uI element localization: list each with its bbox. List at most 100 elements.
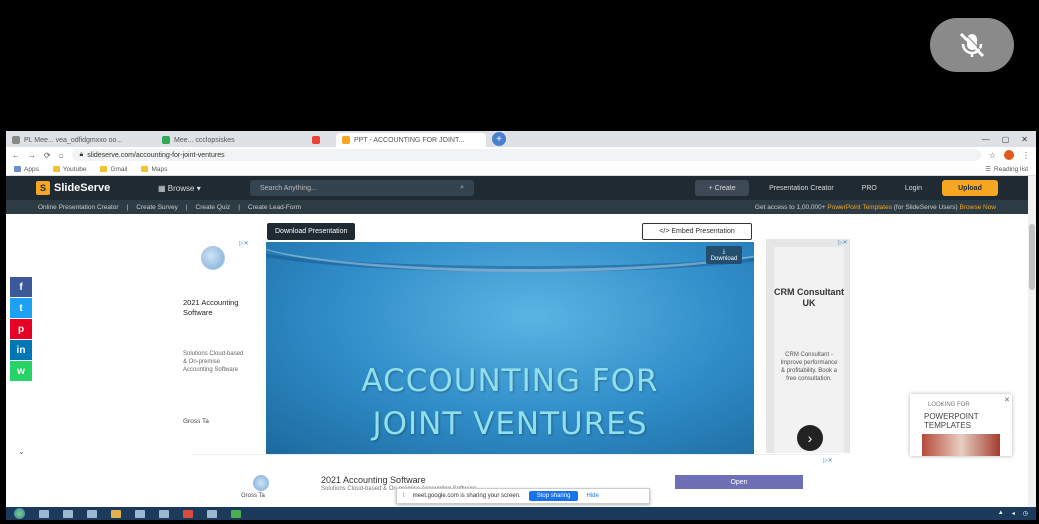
drag-handle-icon[interactable]: ⁞	[403, 493, 405, 499]
forward-icon[interactable]: →	[28, 151, 36, 160]
pinterest-icon[interactable]: p	[10, 319, 32, 339]
bookmark-gmail[interactable]: Gmail	[100, 166, 127, 173]
whatsapp-icon[interactable]: w	[10, 361, 32, 381]
clock-icon[interactable]: ◷	[1023, 510, 1028, 517]
tab-label: PL Mee... vea_odfidgmxxo oo...	[24, 136, 123, 144]
social-share-bar: f t p in w	[10, 277, 32, 382]
ad-choices-icon[interactable]: ▷✕	[838, 239, 848, 246]
search-icon[interactable]: ⌕	[460, 184, 464, 192]
embed-presentation-button[interactable]: </> Embed Presentation	[642, 223, 752, 240]
template-ad-image	[922, 434, 1000, 456]
menu-dots-icon[interactable]: ⋮	[1022, 151, 1030, 160]
right-ad[interactable]: ▷✕ CRM Consultant UK CRM Consultant - Im…	[766, 239, 850, 453]
reading-list-label: Reading list	[994, 165, 1028, 173]
browse-menu[interactable]: ▦ Browse ▾	[158, 184, 238, 193]
upload-button[interactable]: Upload	[942, 180, 998, 196]
nav-pro[interactable]: PRO	[854, 180, 885, 196]
bookmarks-bar: Apps Youtube Gmail Maps ☰ Reading list	[6, 163, 1036, 176]
browser-tab[interactable]: Mee... ccclopsiskes	[156, 133, 306, 147]
reload-icon[interactable]: ⟳	[44, 151, 51, 160]
stop-sharing-button[interactable]: Stop sharing	[528, 491, 579, 501]
new-tab-button[interactable]: +	[492, 132, 506, 146]
folder-icon	[52, 166, 60, 172]
taskbar-app-icon[interactable]	[207, 509, 217, 518]
slide-preview[interactable]: ⤓ Download ACCOUNTING FOR JOINT VENTURES	[266, 242, 754, 454]
slide-download-button[interactable]: ⤓ Download	[706, 246, 742, 264]
slideserve-logo[interactable]: S SlideServe	[36, 181, 146, 195]
right-ad-title: CRM Consultant UK	[774, 287, 844, 308]
close-icon[interactable]: ✕	[1021, 135, 1028, 144]
taskbar-app-icon[interactable]	[135, 509, 145, 518]
left-ad[interactable]: ▷✕ 2021 Accounting Software Solutions Cl…	[171, 238, 249, 453]
bookmark-maps[interactable]: Maps	[141, 166, 167, 173]
site-search-input[interactable]: Search Anything... ⌕	[250, 180, 474, 196]
taskbar-app-icon[interactable]	[159, 509, 169, 518]
browser-tab[interactable]	[306, 133, 336, 147]
minimize-icon[interactable]: —	[982, 135, 990, 144]
subnav-create-survey[interactable]: Create Survey	[136, 204, 178, 211]
taskbar-app-icon[interactable]	[231, 509, 241, 518]
folder-icon	[141, 166, 149, 172]
home-icon[interactable]: ⌂	[59, 151, 64, 160]
create-button[interactable]: + Create	[695, 180, 750, 196]
nav-login[interactable]: Login	[897, 180, 930, 196]
url-field[interactable]: 🔒︎ slideserve.com/accounting-for-joint-v…	[71, 149, 981, 161]
scrollbar-thumb[interactable]	[1029, 224, 1035, 290]
taskbar-app-icon[interactable]	[111, 509, 121, 518]
profile-avatar[interactable]	[1004, 150, 1014, 160]
slide-title-line1: ACCOUNTING FOR	[361, 363, 659, 399]
subnav-create-quiz[interactable]: Create Quiz	[196, 204, 231, 211]
arrow-right-icon[interactable]: ›	[797, 425, 823, 451]
window-controls: — ▢ ✕	[982, 135, 1036, 144]
system-tray: ▲ ◂ ◷	[998, 510, 1028, 517]
bookmark-apps[interactable]: Apps	[14, 166, 39, 173]
maximize-icon[interactable]: ▢	[1002, 135, 1010, 144]
subnav-online-creator[interactable]: Online Presentation Creator	[38, 204, 119, 211]
ad-choices-icon[interactable]: ▷✕	[239, 240, 249, 247]
logo-mark-icon: S	[36, 181, 50, 195]
close-icon[interactable]: ✕	[1004, 396, 1010, 404]
chevron-down-icon[interactable]: ⌄	[18, 447, 25, 456]
taskbar-app-icon[interactable]	[63, 509, 73, 518]
hide-share-bar-button[interactable]: Hide	[586, 493, 598, 499]
ad-choices-icon[interactable]: ▷✕	[823, 457, 833, 464]
download-presentation-button[interactable]: Download Presentation	[267, 223, 356, 240]
linkedin-icon[interactable]: in	[10, 340, 32, 360]
download-icon: ⤓	[722, 248, 726, 255]
subnav-divider: |	[238, 203, 240, 211]
nav-presentation-creator[interactable]: Presentation Creator	[761, 180, 842, 196]
browser-tab[interactable]: PL Mee... vea_odfidgmxxo oo...	[6, 133, 156, 147]
shared-screen: PL Mee... vea_odfidgmxxo oo... Mee... cc…	[6, 131, 1036, 520]
taskbar-app-icon[interactable]	[87, 509, 97, 518]
meeting-frame: PL Mee... vea_odfidgmxxo oo... Mee... cc…	[0, 0, 1039, 524]
search-placeholder: Search Anything...	[260, 184, 317, 192]
volume-icon[interactable]: ◂	[1012, 510, 1015, 517]
promo-link-browse[interactable]: Browse Now	[960, 204, 996, 211]
slideserve-favicon-icon	[342, 136, 350, 144]
mic-muted-button[interactable]	[930, 18, 1014, 72]
left-ad-desc: Solutions Cloud-based & On-premise Accou…	[183, 351, 244, 373]
bookmark-youtube[interactable]: Youtube	[52, 165, 87, 173]
template-ad[interactable]: LOOKING FOR POWERPOINT TEMPLATES ✕	[910, 394, 1012, 456]
bottom-ad-open-button[interactable]: Open	[675, 475, 803, 489]
twitter-icon[interactable]: t	[10, 298, 32, 318]
page-scrollbar[interactable]	[1028, 176, 1036, 520]
slide-download-label: Download	[710, 255, 738, 262]
subnav-create-lead-form[interactable]: Create Lead-Form	[248, 204, 301, 211]
embed-label: Embed Presentation	[671, 228, 735, 235]
taskbar-app-icon[interactable]	[183, 509, 193, 518]
start-button-icon[interactable]	[14, 508, 25, 519]
share-bar-text: meet.google.com is sharing your screen.	[412, 493, 521, 499]
promo-link-templates[interactable]: PowerPoint Templates	[827, 204, 892, 211]
network-icon[interactable]: ▲	[998, 510, 1004, 517]
grid-icon: ▦	[158, 183, 168, 193]
bookmark-label: Youtube	[62, 165, 87, 173]
facebook-icon[interactable]: f	[10, 277, 32, 297]
slide-title-line2: JOINT VENTURES	[372, 406, 648, 442]
taskbar-app-icon[interactable]	[39, 509, 49, 518]
promo-text-mid: (for SlideServe Users)	[893, 203, 958, 211]
star-icon[interactable]: ☆	[989, 151, 996, 160]
browser-tab-active[interactable]: PPT - ACCOUNTING FOR JOINT...	[336, 133, 486, 147]
back-icon[interactable]: ←	[12, 151, 20, 160]
reading-list[interactable]: ☰ Reading list	[985, 165, 1028, 174]
